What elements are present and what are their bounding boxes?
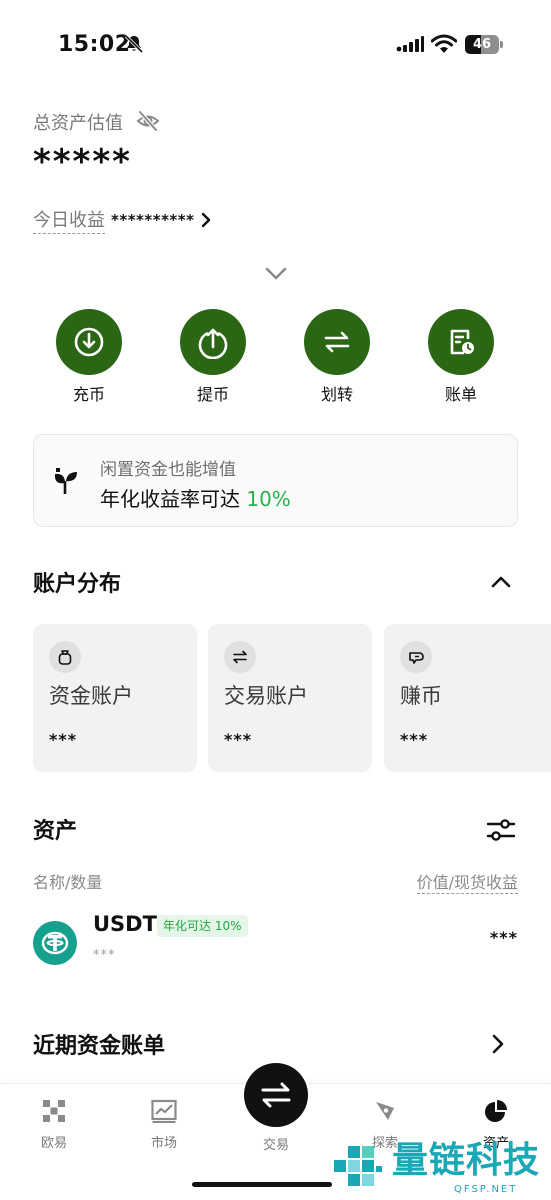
trade-swap-icon — [261, 1082, 291, 1108]
trading-account-card[interactable]: 交易账户 *** — [208, 624, 372, 772]
assets-title: 资产 — [33, 819, 78, 844]
battery-level: 46 — [472, 37, 492, 52]
today-earnings-value: ********** — [111, 211, 195, 229]
pie-chart-icon — [485, 1100, 507, 1122]
funding-account-card[interactable]: 资金账户 *** — [33, 624, 197, 772]
status-time: 15:02 — [58, 32, 131, 57]
nav-market[interactable]: 市场 — [124, 1098, 204, 1151]
promo-rate-line: 年化收益率可达 10% — [100, 483, 291, 512]
eye-off-icon[interactable] — [136, 109, 160, 133]
withdraw-label: 提币 — [196, 385, 229, 404]
asset-value: *** — [489, 928, 518, 947]
trading-account-name: 交易账户 — [224, 684, 308, 708]
bill-button[interactable]: 账单 — [416, 309, 506, 405]
money-bag-icon — [58, 650, 72, 665]
earn-account-card[interactable]: 赚币 *** — [384, 624, 551, 772]
wifi-icon — [431, 34, 457, 53]
promo-rate-prefix: 年化收益率可达 — [100, 487, 240, 511]
recent-bills-title[interactable]: 近期资金账单 — [33, 1028, 165, 1060]
withdraw-icon — [198, 328, 228, 359]
watermark-url: QFSP.NET — [454, 1184, 518, 1195]
earn-account-value: *** — [400, 730, 429, 749]
chevron-right-icon — [202, 212, 211, 228]
promo-headline: 闲置资金也能增值 — [100, 460, 236, 480]
deposit-icon — [74, 327, 104, 357]
signal-icon — [396, 36, 424, 52]
nav-okx-label: 欧易 — [40, 1136, 67, 1151]
battery-icon: 46 — [465, 35, 503, 54]
deposit-button[interactable]: 充币 — [44, 309, 134, 405]
expand-chevron-icon[interactable] — [264, 266, 288, 282]
home-indicator[interactable] — [192, 1182, 332, 1187]
status-bar: 15:02 46 — [0, 0, 551, 90]
watermark: 量链科技 QFSP.NET — [332, 1138, 551, 1198]
piggy-icon — [409, 652, 424, 664]
apy-badge: 年化可达 10% — [157, 915, 248, 937]
compass-icon — [376, 1102, 394, 1120]
asset-amount: *** — [93, 948, 116, 963]
column-name-quantity: 名称/数量 — [33, 873, 103, 892]
quick-actions: 充币 提币 划转 账单 — [0, 309, 551, 409]
chevron-right-icon[interactable] — [492, 1034, 504, 1054]
market-chart-icon — [151, 1099, 177, 1123]
chevron-up-icon[interactable] — [490, 574, 512, 590]
funding-account-value: *** — [49, 730, 78, 749]
withdraw-button[interactable]: 提币 — [168, 309, 258, 405]
column-value-earnings[interactable]: 价值/现货收益 — [416, 869, 518, 894]
total-assets-label: 总资产估值 — [33, 113, 123, 134]
total-assets-value: ***** — [33, 142, 132, 182]
watermark-title: 量链科技 — [392, 1140, 541, 1181]
transfer-button[interactable]: 划转 — [292, 309, 382, 405]
watermark-logo-icon — [334, 1146, 382, 1186]
bill-icon — [450, 329, 474, 355]
nav-trade-label: 交易 — [262, 1138, 289, 1153]
trade-button[interactable] — [244, 1063, 308, 1127]
account-distribution-title: 账户分布 — [33, 572, 122, 597]
trading-account-value: *** — [224, 730, 253, 749]
deposit-label: 充币 — [72, 385, 105, 404]
transfer-label: 划转 — [320, 385, 353, 404]
promo-rate-value: 10% — [246, 487, 291, 511]
funding-account-name: 资金账户 — [49, 684, 133, 708]
bell-slash-icon — [124, 34, 144, 54]
asset-symbol: USDT — [93, 912, 157, 936]
today-earnings-row[interactable]: 今日收益 ********** — [33, 206, 212, 234]
bill-label: 账单 — [444, 385, 477, 404]
today-earnings-label: 今日收益 — [33, 206, 105, 234]
nav-market-label: 市场 — [150, 1136, 177, 1151]
sprout-icon — [54, 468, 77, 494]
transfer-icon — [324, 331, 350, 353]
swap-icon — [233, 650, 247, 664]
okx-logo-icon — [43, 1100, 65, 1122]
filter-sliders-icon[interactable] — [486, 816, 516, 844]
nav-okx[interactable]: 欧易 — [14, 1098, 94, 1151]
earn-promo-card[interactable]: 闲置资金也能增值 年化收益率可达 10% — [33, 434, 518, 527]
tether-icon — [33, 921, 77, 965]
earn-account-name: 赚币 — [400, 684, 442, 708]
